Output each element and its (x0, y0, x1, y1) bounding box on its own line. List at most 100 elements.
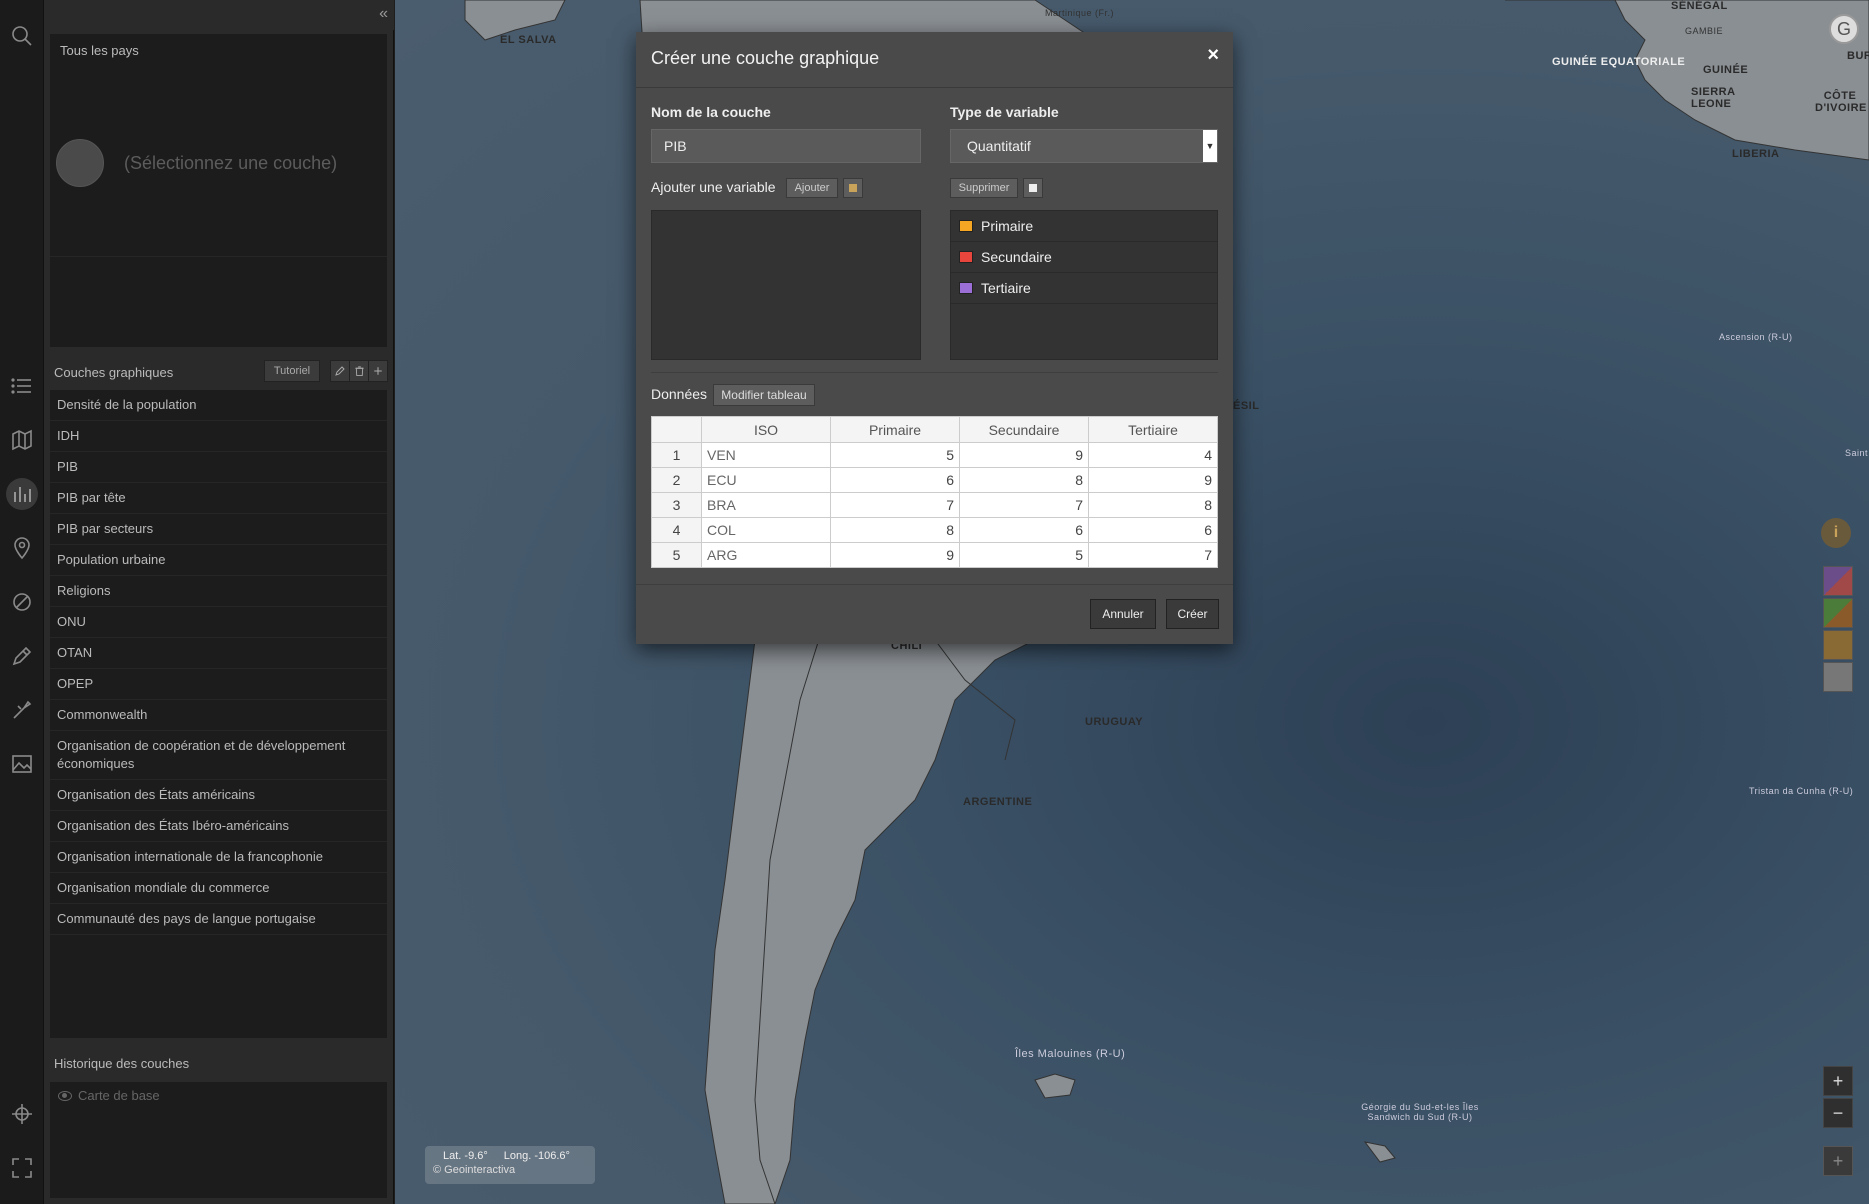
table-cell[interactable]: 6 (1088, 517, 1218, 543)
pencil-icon[interactable] (6, 640, 38, 672)
map-label: Saint (1845, 448, 1869, 458)
search-icon[interactable] (6, 20, 38, 52)
chevron-down-icon[interactable]: ▼ (1203, 130, 1217, 162)
table-cell[interactable]: 7 (1088, 542, 1218, 568)
table-cell[interactable]: 8 (830, 517, 960, 543)
layer-thumbnail[interactable] (1823, 630, 1853, 660)
app-logo-icon[interactable]: G (1829, 14, 1859, 44)
dialog-title: Créer une couche graphique (651, 48, 880, 68)
table-cell[interactable]: 8 (1088, 492, 1218, 518)
column-header: Primaire (830, 416, 960, 443)
variable-item[interactable]: Primaire (951, 211, 1217, 242)
table-cell[interactable]: 9 (1088, 467, 1218, 493)
table-cell[interactable]: BRA (701, 492, 831, 518)
layer-item[interactable]: Religions (50, 576, 387, 607)
layer-thumbnail[interactable] (1823, 662, 1853, 692)
table-cell[interactable]: 4 (1088, 442, 1218, 468)
map-label: EL SALVA (500, 34, 557, 46)
variable-item[interactable]: Secundaire (951, 242, 1217, 273)
map-label: ÉSIL (1233, 400, 1260, 412)
countries-label[interactable]: Tous les pays (60, 43, 139, 58)
variable-type-value: Quantitatif (967, 138, 1031, 154)
layer-item[interactable]: PIB (50, 452, 387, 483)
layer-name-label: Nom de la couche (651, 104, 771, 120)
zoom-out-button[interactable]: − (1823, 1098, 1853, 1128)
tutorial-button[interactable]: Tutoriel (264, 360, 320, 382)
layer-item[interactable]: Population urbaine (50, 545, 387, 576)
layer-item[interactable]: Organisation des États américains (50, 780, 387, 811)
crosshair-icon[interactable] (6, 1098, 38, 1130)
layer-item[interactable]: Organisation mondiale du commerce (50, 873, 387, 904)
table-cell[interactable]: 6 (830, 467, 960, 493)
table-cell[interactable]: 6 (959, 517, 1089, 543)
table-cell[interactable]: 5 (959, 542, 1089, 568)
chart-icon[interactable] (6, 478, 38, 510)
layer-item[interactable]: PIB par tête (50, 483, 387, 514)
layer-item[interactable]: OPEP (50, 669, 387, 700)
delete-variable-button[interactable]: Supprimer (950, 178, 1018, 198)
add-layer-button[interactable] (368, 360, 388, 382)
layer-item[interactable]: PIB par secteurs (50, 514, 387, 545)
layer-item[interactable]: ONU (50, 607, 387, 638)
table-cell[interactable]: 7 (830, 492, 960, 518)
edit-layer-button[interactable] (330, 360, 350, 382)
variable-item[interactable]: Tertiaire (951, 273, 1217, 304)
modify-table-button[interactable]: Modifier tableau (713, 384, 815, 406)
pin-icon[interactable] (6, 532, 38, 564)
layer-item[interactable]: Commonwealth (50, 700, 387, 731)
map-icon[interactable] (6, 424, 38, 456)
selected-variables-list: Primaire Secundaire Tertiaire (950, 210, 1218, 360)
table-cell[interactable]: ARG (701, 542, 831, 568)
table-cell[interactable]: VEN (701, 442, 831, 468)
delete-layer-button[interactable] (349, 360, 369, 382)
table-cell[interactable]: 5 (830, 442, 960, 468)
history-header: Historique des couches (50, 1048, 387, 1078)
list-icon[interactable] (6, 370, 38, 402)
map-label: Îles Malouines (R-U) (1015, 1048, 1126, 1060)
layer-item[interactable]: Organisation des États Ibéro-américains (50, 811, 387, 842)
close-icon[interactable]: × (1207, 44, 1219, 67)
table-cell[interactable]: ECU (701, 467, 831, 493)
variable-type-select[interactable]: Quantitatif ▼ (950, 129, 1218, 163)
map-label: ARGENTINE (963, 796, 1033, 808)
credit-text: © Geointeractiva (433, 1164, 516, 1176)
layer-thumbnail[interactable] (1823, 566, 1853, 596)
locate-icon[interactable]: + (1823, 1146, 1853, 1176)
select-layer-placeholder: (Sélectionnez une couche) (124, 153, 338, 173)
table-cell[interactable]: 7 (959, 492, 1089, 518)
table-cell[interactable]: 8 (959, 467, 1089, 493)
layer-item[interactable]: IDH (50, 421, 387, 452)
layer-name-input[interactable] (651, 129, 921, 163)
zoom-in-button[interactable]: + (1823, 1066, 1853, 1096)
available-variables-list[interactable] (651, 210, 921, 360)
cancel-button[interactable]: Annuler (1090, 599, 1156, 629)
layer-item[interactable]: Organisation de coopération et de dévelo… (50, 731, 387, 780)
layer-item[interactable]: Communauté des pays de langue portugaise (50, 904, 387, 935)
copy-icon[interactable] (1023, 178, 1043, 198)
table-row: 3 BRA 7 7 8 (651, 492, 1218, 518)
globe-edit-icon[interactable] (6, 586, 38, 618)
layer-item[interactable]: Organisation internationale de la franco… (50, 842, 387, 873)
add-variable-button[interactable]: Ajouter (786, 178, 838, 198)
fullscreen-icon[interactable] (6, 1152, 38, 1184)
image-icon[interactable] (6, 748, 38, 780)
tools-icon[interactable] (6, 694, 38, 726)
table-cell[interactable]: COL (701, 517, 831, 543)
row-index: 5 (651, 542, 702, 568)
collapse-panel-icon[interactable]: « (379, 5, 388, 23)
add-color-icon[interactable] (843, 178, 863, 198)
table-cell[interactable]: 9 (959, 442, 1089, 468)
layer-thumbnail[interactable] (1823, 598, 1853, 628)
info-icon[interactable]: i (1821, 518, 1851, 548)
variable-name: Tertiaire (981, 280, 1031, 296)
table-cell[interactable]: 9 (830, 542, 960, 568)
history-item[interactable]: Carte de base (58, 1088, 160, 1103)
column-header: ISO (701, 416, 831, 443)
create-button[interactable]: Créer (1166, 599, 1219, 629)
layer-item[interactable]: OTAN (50, 638, 387, 669)
plus-icon (374, 367, 382, 375)
layer-item[interactable]: Densité de la population (50, 390, 387, 421)
eye-icon[interactable] (58, 1090, 72, 1101)
map-label: Géorgie du Sud-et-les Îles Sandwich du S… (1361, 1102, 1479, 1122)
table-header-row: ISO Primaire Secundaire Tertiaire (651, 416, 1218, 443)
